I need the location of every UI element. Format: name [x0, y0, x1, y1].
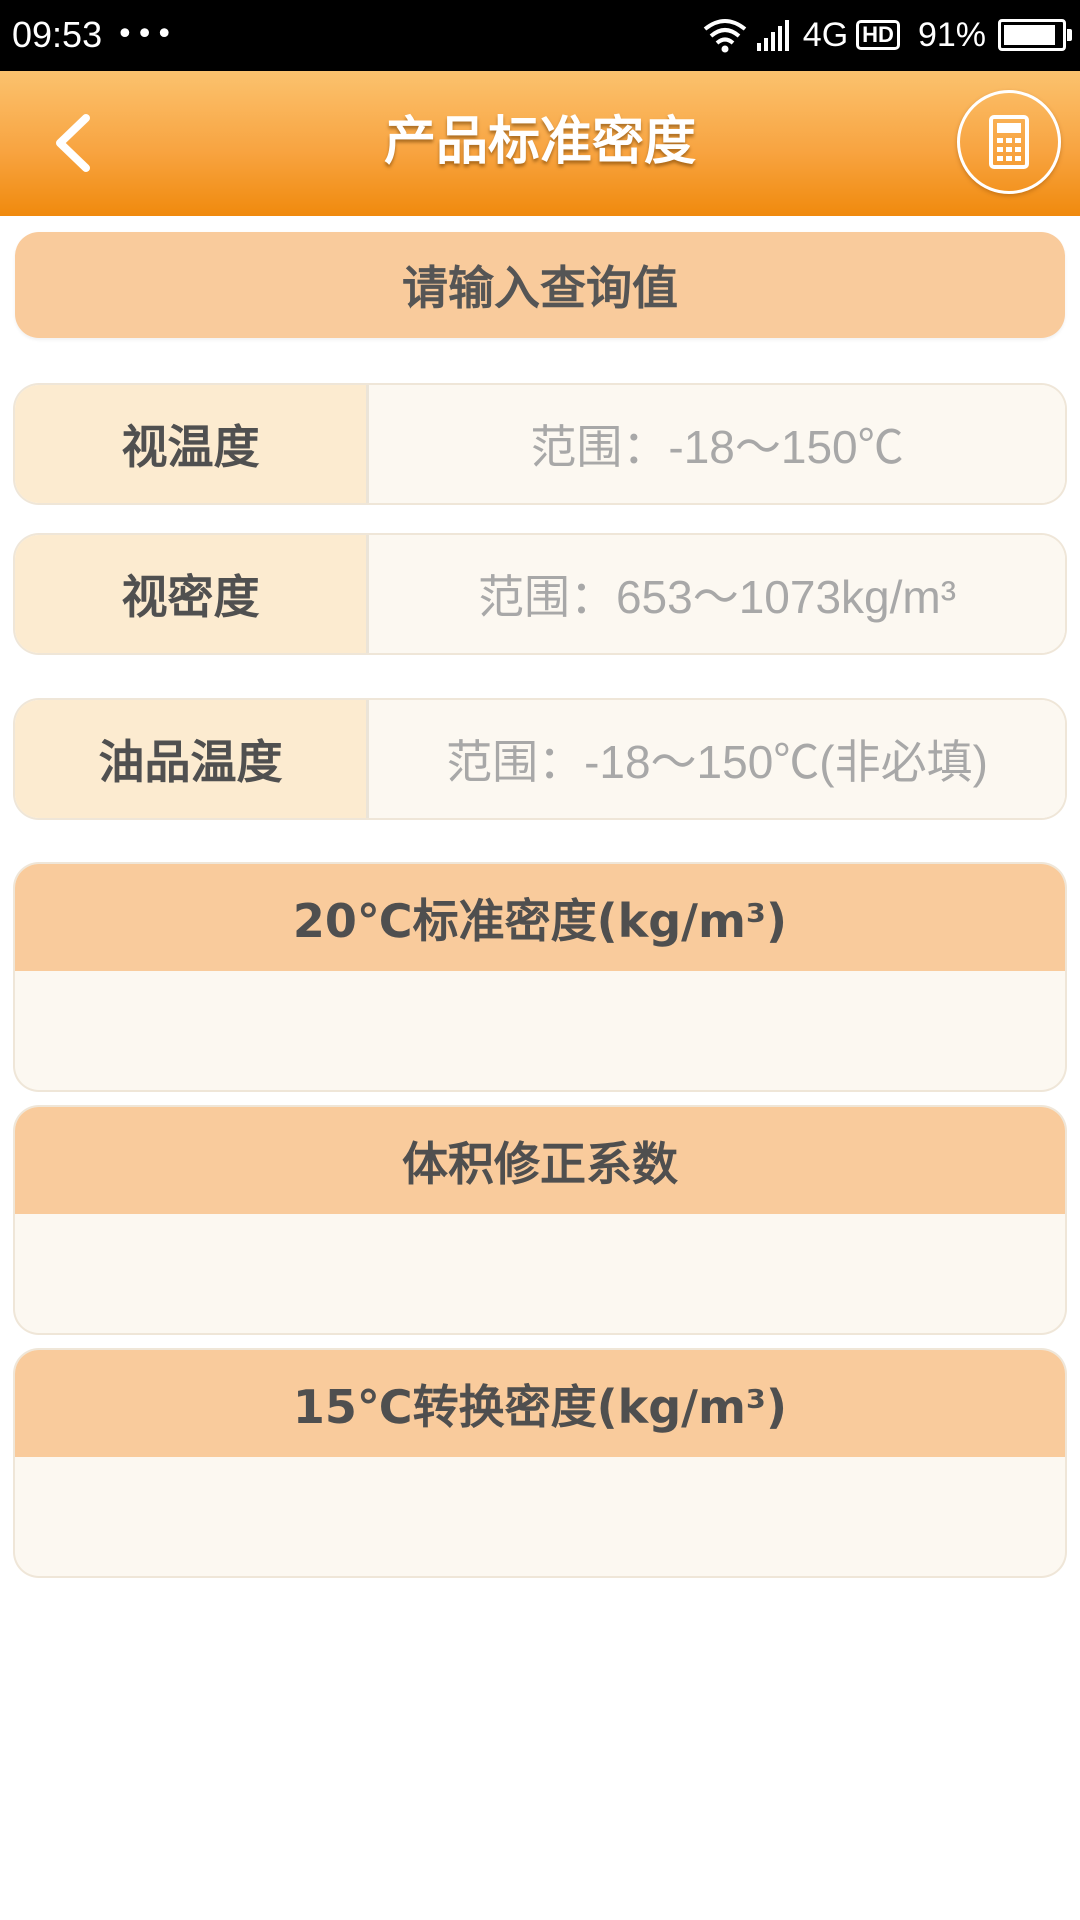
result-title: 体积修正系数 — [15, 1107, 1065, 1214]
app-header: 产品标准密度 — [0, 71, 1080, 216]
result-title: 15℃转换密度(kg/m³) — [15, 1350, 1065, 1457]
status-time: 09:53 — [12, 14, 103, 55]
signal-icon — [756, 20, 789, 51]
battery-percent: 91% — [917, 15, 986, 54]
result-card-volume-correction: 体积修正系数 — [15, 1107, 1065, 1333]
hd-icon: HD — [856, 20, 900, 50]
network-type: 4G — [802, 16, 849, 54]
wifi-icon — [703, 19, 747, 53]
back-button[interactable] — [32, 99, 112, 187]
result-title: 20℃标准密度(kg/m³) — [15, 864, 1065, 971]
status-indicators: 4G HD 91% — [703, 10, 1072, 60]
status-bar: 09:53 ••• 4G HD 91% — [0, 0, 1080, 71]
result-card-standard-density: 20℃标准密度(kg/m³) — [15, 864, 1065, 1090]
input-row-oil-temperature: 油品温度 范围：-18～150℃(非必填) — [15, 700, 1065, 818]
apparent-density-input[interactable]: 范围：653～1073kg/m³ — [366, 535, 1065, 653]
calculator-button[interactable] — [957, 90, 1061, 194]
input-label: 视温度 — [15, 385, 366, 503]
input-label: 视密度 — [15, 535, 366, 653]
page-title: 产品标准密度 — [383, 112, 696, 172]
input-label: 油品温度 — [15, 700, 366, 818]
battery-fill — [1004, 25, 1055, 45]
status-more-icon: ••• — [116, 17, 176, 52]
battery-icon — [998, 19, 1072, 51]
chevron-left-icon — [56, 114, 90, 172]
input-row-apparent-density: 视密度 范围：653～1073kg/m³ — [15, 535, 1065, 653]
input-row-apparent-temperature: 视温度 范围：-18～150℃ — [15, 385, 1065, 503]
result-value — [15, 1214, 1065, 1333]
result-value — [15, 1457, 1065, 1576]
result-value — [15, 971, 1065, 1090]
apparent-temperature-input[interactable]: 范围：-18～150℃ — [366, 385, 1065, 503]
result-card-converted-density: 15℃转换密度(kg/m³) — [15, 1350, 1065, 1576]
calculator-icon — [989, 115, 1029, 169]
query-banner: 请输入查询值 — [15, 232, 1065, 338]
oil-temperature-input[interactable]: 范围：-18～150℃(非必填) — [366, 700, 1065, 818]
